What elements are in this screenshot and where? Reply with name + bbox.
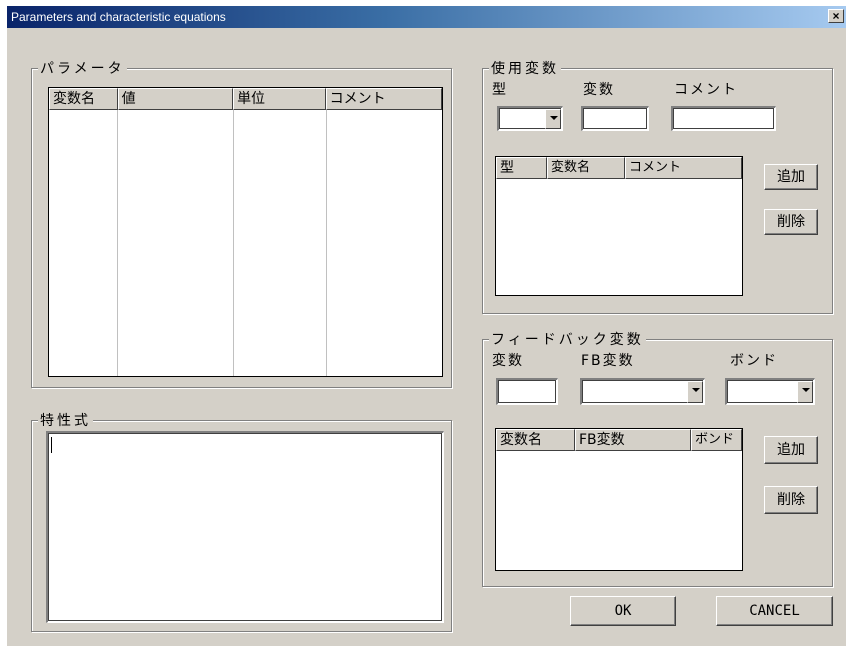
chevron-down-icon[interactable] <box>545 109 561 129</box>
used-variables-list[interactable]: 型 変数名 コメント <box>495 156 743 296</box>
variable-input[interactable] <box>581 106 649 131</box>
column-header-variable-name[interactable]: 変数名 <box>496 429 575 451</box>
chevron-down-icon[interactable] <box>797 381 813 403</box>
feedback-variable-label: 変数 <box>492 353 524 369</box>
add-feedback-variable-button[interactable]: 追加 <box>764 436 818 464</box>
column-header-type[interactable]: 型 <box>496 157 547 179</box>
delete-used-variable-button[interactable]: 削除 <box>764 209 818 235</box>
parameters-list-header: 変数名 値 単位 コメント <box>49 88 442 110</box>
used-variables-list-header: 型 変数名 コメント <box>496 157 742 179</box>
type-combobox[interactable] <box>497 106 563 131</box>
column-header-bond[interactable]: ボンド <box>691 429 742 451</box>
column-divider <box>233 110 234 376</box>
column-header-unit[interactable]: 単位 <box>233 88 326 110</box>
column-header-comment[interactable]: コメント <box>625 157 742 179</box>
type-label: 型 <box>492 82 508 98</box>
characteristic-equation-group: 特性式 <box>31 410 452 632</box>
used-variables-group-label: 使用変数 <box>489 58 561 78</box>
delete-feedback-variable-button[interactable]: 削除 <box>764 486 818 514</box>
column-header-comment[interactable]: コメント <box>325 88 442 110</box>
feedback-variables-list-header: 変数名 FB変数 ボンド <box>496 429 742 451</box>
ok-button[interactable]: OK <box>570 596 676 626</box>
used-variables-group: 使用変数 型 変数 コメント 型 変数名 コメント 追加 削除 <box>482 58 833 314</box>
column-divider <box>117 110 118 376</box>
fb-variable-label: FB変数 <box>581 353 635 369</box>
title-bar[interactable]: Parameters and characteristic equations … <box>7 6 846 28</box>
column-divider <box>326 110 327 376</box>
comment-label: コメント <box>674 82 738 98</box>
parameters-group-label: パラメータ <box>38 58 127 78</box>
column-header-variable-name[interactable]: 変数名 <box>49 88 118 110</box>
variable-label: 変数 <box>583 82 615 98</box>
characteristic-equation-group-label: 特性式 <box>38 410 93 430</box>
text-caret <box>51 437 52 453</box>
column-header-value[interactable]: 値 <box>117 88 234 110</box>
parameters-list[interactable]: 変数名 値 単位 コメント <box>48 87 443 377</box>
dialog-window: Parameters and characteristic equations … <box>7 6 846 646</box>
bond-label: ボンド <box>730 353 778 369</box>
feedback-variable-input[interactable] <box>496 378 558 405</box>
feedback-variables-group: フィードバック変数 変数 FB変数 ボンド 変数名 FB変数 ボンド 追加 削除 <box>482 329 833 587</box>
comment-input[interactable] <box>671 106 776 131</box>
column-header-variable-name[interactable]: 変数名 <box>547 157 625 179</box>
characteristic-equation-textarea[interactable] <box>46 431 444 623</box>
close-icon[interactable]: × <box>828 9 844 23</box>
feedback-variables-list[interactable]: 変数名 FB変数 ボンド <box>495 428 743 571</box>
chevron-down-icon[interactable] <box>687 381 703 403</box>
bond-combobox[interactable] <box>725 378 815 405</box>
column-header-fb-variable[interactable]: FB変数 <box>575 429 691 451</box>
fb-variable-combobox[interactable] <box>580 378 705 405</box>
add-used-variable-button[interactable]: 追加 <box>764 164 818 190</box>
window-title: Parameters and characteristic equations <box>11 10 226 24</box>
parameters-group: パラメータ 変数名 値 単位 コメント <box>31 58 452 388</box>
feedback-variables-group-label: フィードバック変数 <box>489 329 646 349</box>
cancel-button[interactable]: CANCEL <box>716 596 833 626</box>
